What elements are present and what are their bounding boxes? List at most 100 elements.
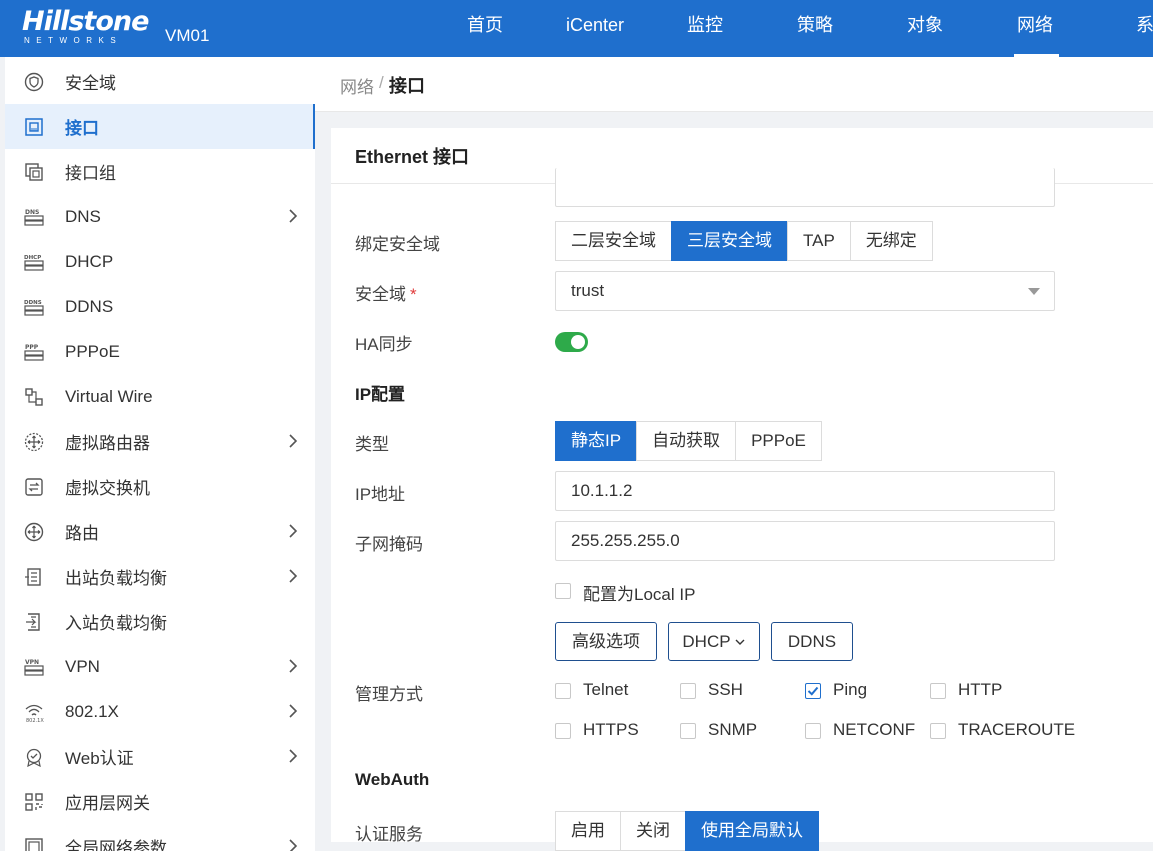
breadcrumb-parent[interactable]: 网络 (340, 73, 374, 98)
chevron-right-icon[interactable] (285, 523, 301, 539)
sidebar-item-route[interactable]: 路由 (5, 509, 315, 554)
ddns-icon: DDNS (23, 296, 45, 318)
breadcrumb-separator: / (379, 73, 384, 92)
chevron-right-icon[interactable] (285, 568, 301, 584)
breadcrumb: 网络 / 接口 (315, 57, 1153, 112)
chevron-down-icon (735, 639, 745, 645)
nav-object[interactable]: 对象 (870, 0, 980, 57)
ping-label: Ping (833, 680, 868, 699)
outbound-lb-icon (23, 566, 45, 588)
chevron-right-icon[interactable] (285, 838, 301, 851)
netmask-input[interactable]: 255.255.255.0 (555, 521, 1055, 561)
sidebar-item-dhcp[interactable]: DHCP DHCP (5, 239, 315, 284)
netconf-checkbox[interactable] (805, 723, 821, 739)
pppoe-icon: PPP (23, 341, 45, 363)
nav-monitor[interactable]: 监控 (650, 0, 760, 57)
sidebar-label: DNS (65, 206, 101, 226)
nav-policy[interactable]: 策略 (760, 0, 870, 57)
sidebar-item-dns[interactable]: DNS DNS (5, 194, 315, 239)
telnet-checkbox[interactable] (555, 683, 571, 699)
chevron-right-icon[interactable] (285, 658, 301, 674)
nav-icenter[interactable]: iCenter (540, 0, 650, 57)
dhcp-icon: DHCP (23, 251, 45, 273)
sidebar-label: 应用层网关 (65, 794, 150, 813)
bind-zone-tap-button[interactable]: TAP (787, 221, 851, 261)
https-checkbox[interactable] (555, 723, 571, 739)
cut-off-input[interactable] (555, 168, 1055, 207)
netconf-label: NETCONF (833, 720, 916, 739)
static-ip-button[interactable]: 静态IP (555, 421, 638, 461)
sidebar-label: 全局网络参数 (65, 839, 167, 851)
bind-zone-segment: 二层安全域 三层安全域 TAP 无绑定 (555, 221, 933, 261)
ha-sync-label: HA同步 (355, 335, 413, 354)
bind-zone-layer3-button[interactable]: 三层安全域 (671, 221, 788, 261)
chevron-right-icon[interactable] (285, 433, 301, 449)
sidebar-label: DHCP (65, 251, 114, 271)
sidebar-label: 安全域 (65, 74, 116, 93)
hillstone-logo[interactable]: Hillstone NETWORKS (22, 7, 149, 45)
auth-disable-button[interactable]: 关闭 (620, 811, 686, 851)
bind-zone-layer2-button[interactable]: 二层安全域 (555, 221, 672, 261)
chevron-right-icon[interactable] (285, 748, 301, 764)
sidebar-item-global-params[interactable]: 全局网络参数 (5, 824, 315, 851)
bind-zone-none-button[interactable]: 无绑定 (849, 221, 933, 261)
auth-service-label: 认证服务 (355, 825, 423, 844)
sidebar-item-inbound-lb[interactable]: 入站负载均衡 (5, 599, 315, 644)
auth-global-default-button[interactable]: 使用全局默认 (685, 811, 819, 851)
checkmark-icon (807, 686, 819, 696)
sidebar-item-interface[interactable]: 接口 (5, 104, 315, 149)
ha-sync-toggle[interactable] (555, 332, 588, 352)
sidebar-item-outbound-lb[interactable]: 出站负载均衡 (5, 554, 315, 599)
traceroute-checkbox[interactable] (930, 723, 946, 739)
auto-obtain-button[interactable]: 自动获取 (636, 421, 737, 461)
svg-text:DHCP: DHCP (24, 255, 41, 261)
zone-label: 安全域 * (355, 280, 417, 305)
chevron-right-icon[interactable] (285, 208, 301, 224)
vpn-icon: VPN (23, 656, 45, 678)
zone-select[interactable]: trust (555, 271, 1055, 311)
nav-system[interactable]: 系 (1090, 0, 1153, 57)
ip-address-input[interactable]: 10.1.1.2 (555, 471, 1055, 511)
pppoe-button[interactable]: PPPoE (735, 421, 822, 461)
svg-text:802.1X: 802.1X (26, 718, 44, 723)
interface-icon (23, 116, 45, 138)
advanced-options-button[interactable]: 高级选项 (555, 622, 657, 661)
management-label: 管理方式 (355, 685, 423, 704)
sidebar-item-8021x[interactable]: 802.1X 802.1X (5, 689, 315, 734)
snmp-label: SNMP (708, 720, 758, 739)
sidebar-item-virtual-switch[interactable]: 虚拟交换机 (5, 464, 315, 509)
sidebar-item-vpn[interactable]: VPN VPN (5, 644, 315, 689)
sidebar-label: Virtual Wire (65, 386, 153, 406)
ssh-checkbox[interactable] (680, 683, 696, 699)
ddns-button[interactable]: DDNS (771, 622, 853, 661)
zone-select-value: trust (571, 281, 605, 300)
sidebar-label: Web认证 (65, 749, 134, 768)
ping-checkbox[interactable] (805, 683, 821, 699)
sidebar-item-app-gateway[interactable]: 应用层网关 (5, 779, 315, 824)
nav-home[interactable]: 首页 (430, 0, 540, 57)
sidebar-item-webauth[interactable]: Web认证 (5, 734, 315, 779)
dhcp-button[interactable]: DHCP (668, 622, 760, 661)
snmp-checkbox[interactable] (680, 723, 696, 739)
required-mark: * (410, 285, 417, 304)
auth-enable-button[interactable]: 启用 (555, 811, 621, 851)
inbound-lb-icon (23, 611, 45, 633)
ip-type-segment: 静态IP 自动获取 PPPoE (555, 421, 822, 461)
sidebar-item-pppoe[interactable]: PPP PPPoE (5, 329, 315, 374)
sidebar-item-virtual-wire[interactable]: Virtual Wire (5, 374, 315, 419)
sidebar-item-virtual-router[interactable]: 虚拟路由器 (5, 419, 315, 464)
interface-group-icon (23, 161, 45, 183)
zone-label-text: 安全域 (355, 285, 406, 304)
telnet-label: Telnet (583, 680, 629, 699)
sidebar-item-interface-group[interactable]: 接口组 (5, 149, 315, 194)
local-ip-label: 配置为Local IP (583, 585, 696, 604)
sidebar-item-ddns[interactable]: DDNS DDNS (5, 284, 315, 329)
app-gateway-icon (23, 791, 45, 813)
nav-network[interactable]: 网络 (980, 0, 1090, 57)
sidebar-item-zone[interactable]: 安全域 (5, 59, 315, 104)
type-label: 类型 (355, 435, 389, 454)
http-checkbox[interactable] (930, 683, 946, 699)
local-ip-checkbox[interactable] (555, 583, 571, 599)
chevron-right-icon[interactable] (285, 703, 301, 719)
ssh-label: SSH (708, 680, 743, 699)
